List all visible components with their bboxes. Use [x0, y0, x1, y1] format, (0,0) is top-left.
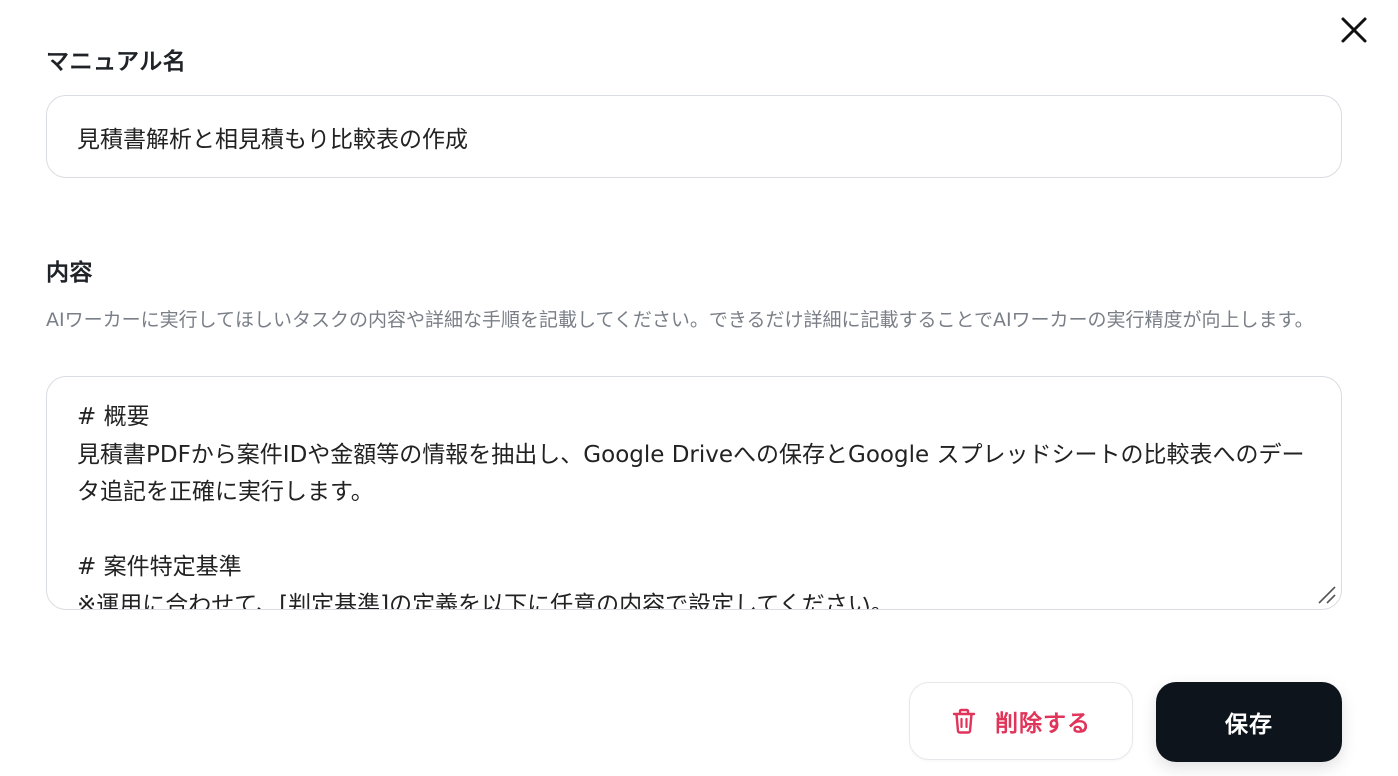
save-button[interactable]: 保存 — [1156, 682, 1342, 762]
content-textarea[interactable]: # 概要 見積書PDFから案件IDや金額等の情報を抽出し、Google Driv… — [46, 376, 1342, 610]
close-button[interactable] — [1336, 12, 1372, 48]
trash-icon — [952, 708, 976, 734]
content-label: 内容 — [46, 260, 93, 286]
delete-button[interactable]: 削除する — [909, 682, 1133, 760]
manual-name-label: マニュアル名 — [46, 49, 187, 75]
edit-manual-dialog: マニュアル名 内容 AIワーカーに実行してほしいタスクの内容や詳細な手順を記載し… — [0, 0, 1398, 776]
content-helper-text: AIワーカーに実行してほしいタスクの内容や詳細な手順を記載してください。できるだ… — [46, 309, 1314, 331]
close-icon — [1341, 17, 1367, 43]
delete-button-label: 削除する — [995, 711, 1091, 737]
resize-handle-icon[interactable] — [1315, 583, 1337, 605]
content-textarea-text: # 概要 見積書PDFから案件IDや金額等の情報を抽出し、Google Driv… — [77, 404, 1305, 610]
manual-name-input[interactable] — [46, 95, 1342, 178]
